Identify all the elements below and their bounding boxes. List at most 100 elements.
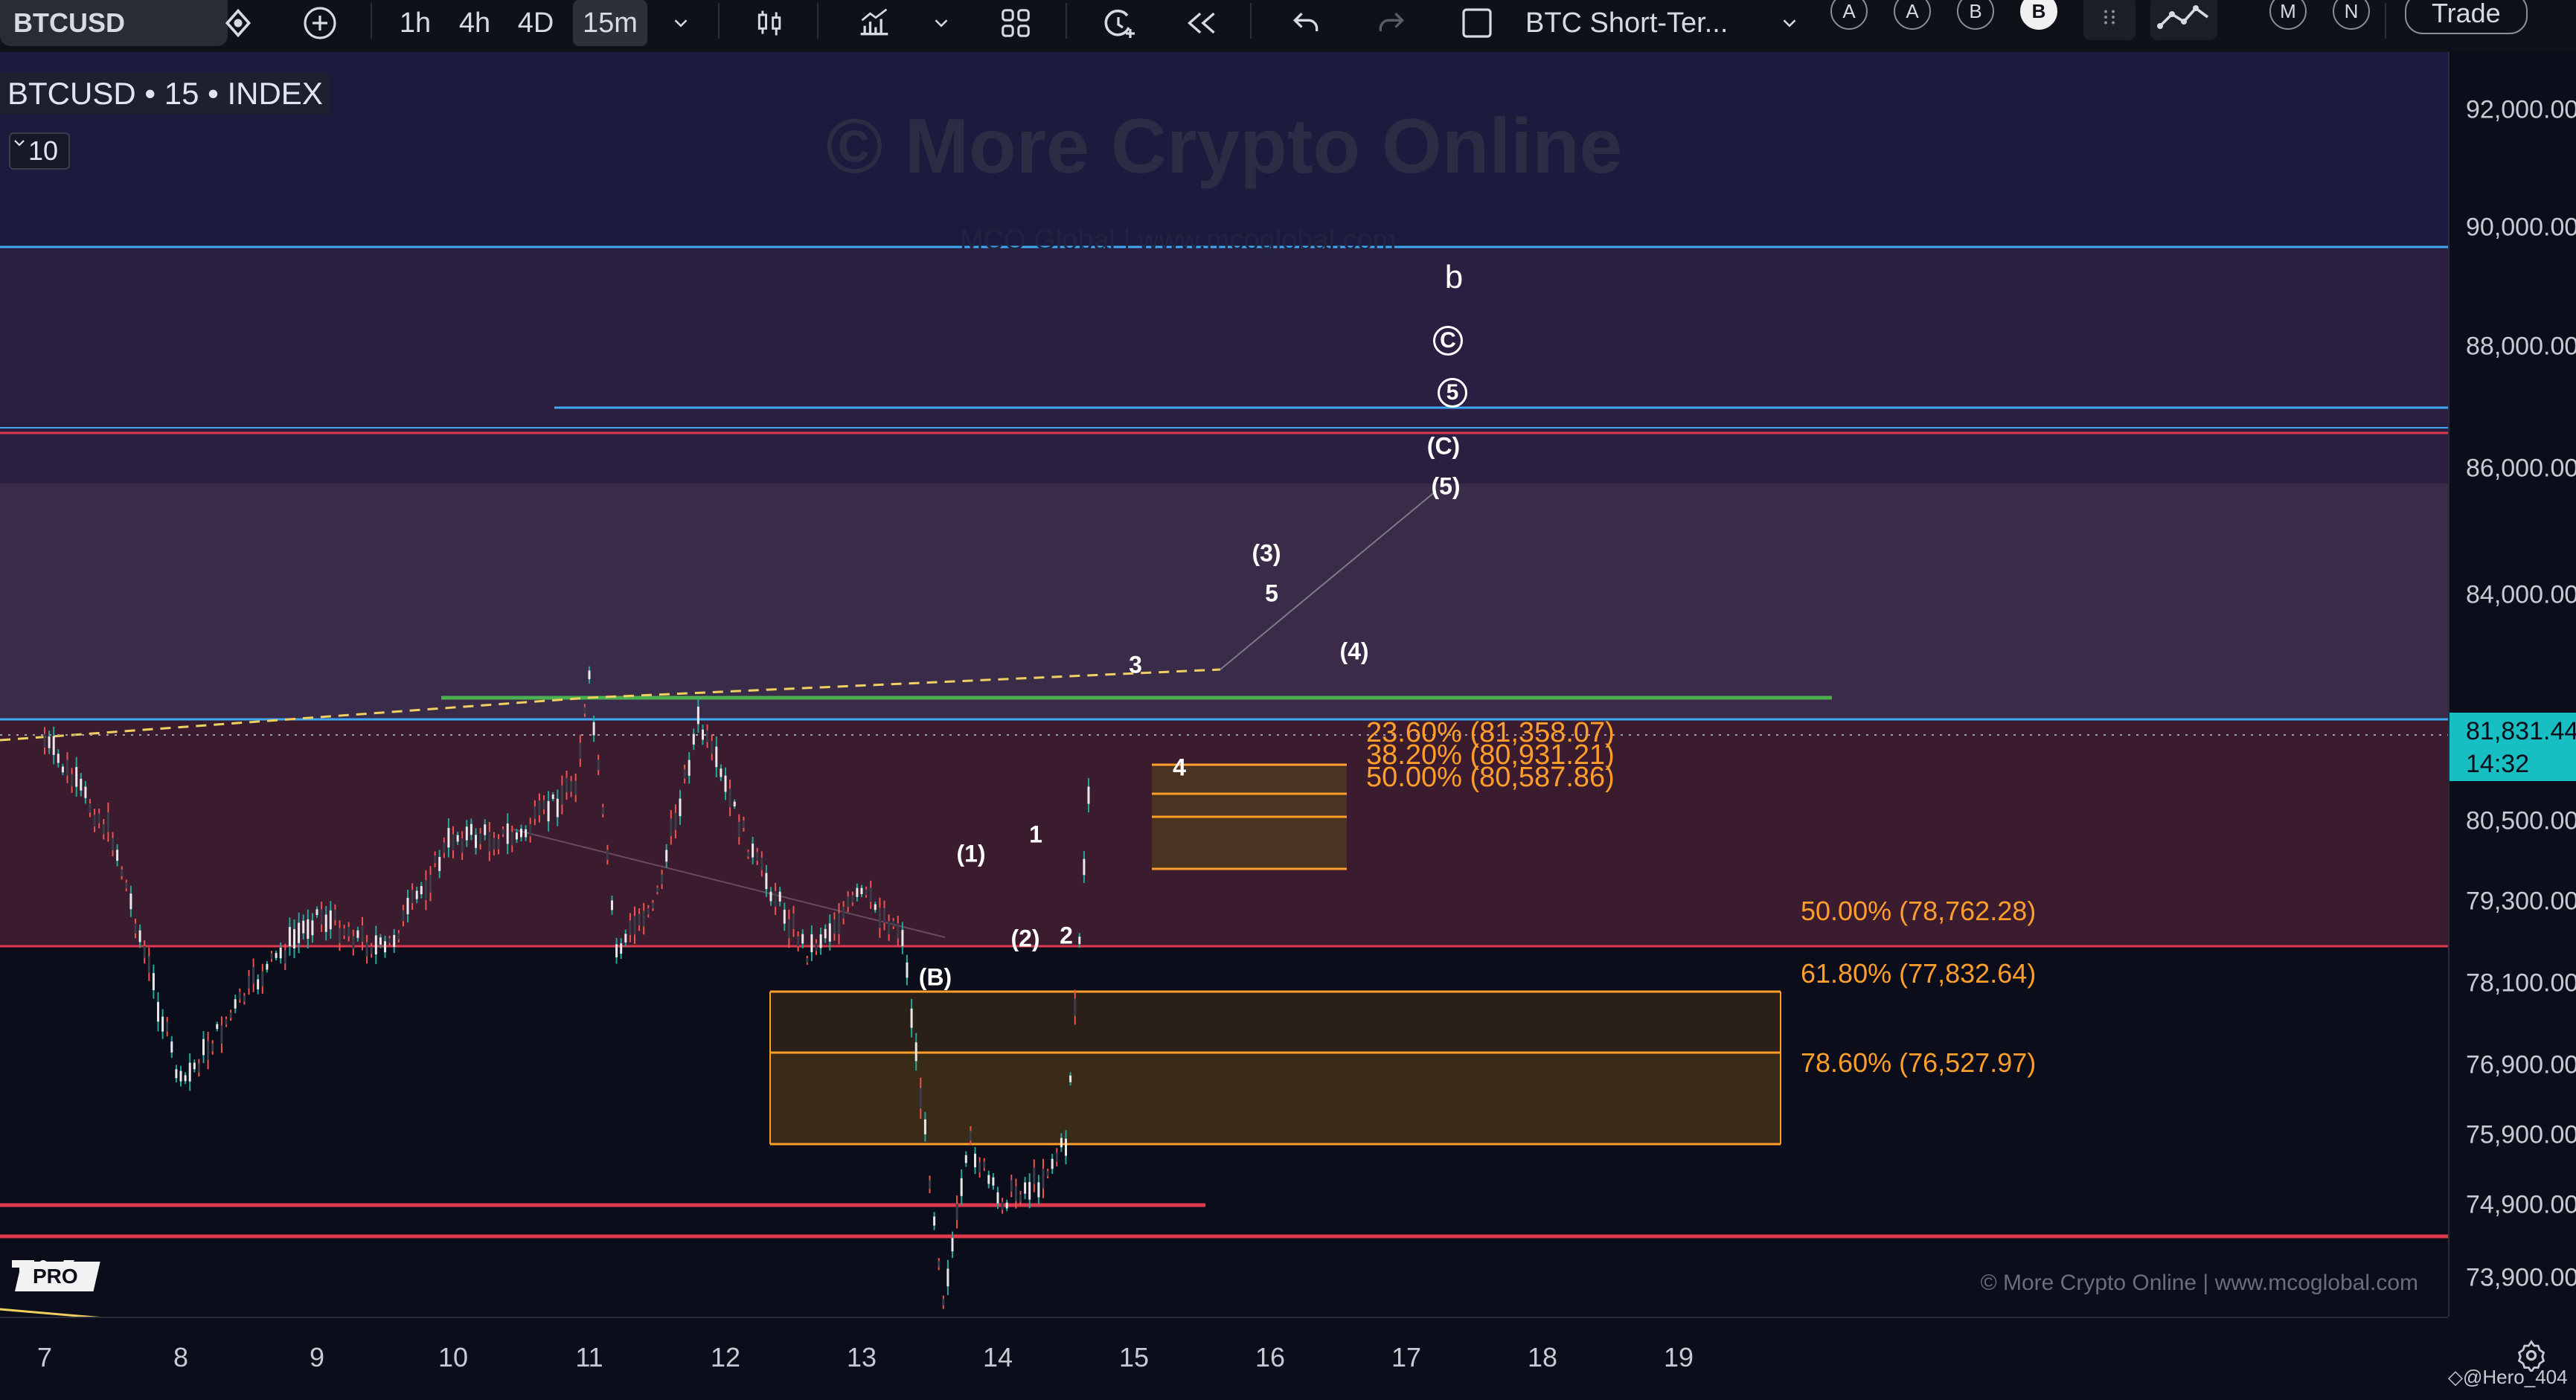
trend-line-icon[interactable] (2150, 0, 2217, 40)
chart-symbol-label[interactable]: BTCUSD • 15 • INDEX (0, 73, 330, 115)
layouts-grid-icon[interactable] (990, 0, 1042, 46)
undo-icon[interactable] (1280, 0, 1332, 46)
layout-name: BTC Short-Ter... (1525, 7, 1728, 39)
time-label: 10 (438, 1342, 469, 1372)
wave-label-5-paren[interactable]: (5) (1431, 473, 1460, 501)
candle-body (792, 913, 795, 930)
separator (371, 3, 372, 39)
interval-4d[interactable]: 4D (513, 0, 558, 46)
candle-body (897, 923, 900, 939)
price-label: 76,900.00 (2466, 1050, 2576, 1079)
wave-label-3[interactable]: 3 (1129, 652, 1142, 679)
candle-body (838, 913, 840, 934)
candle-body (547, 800, 550, 822)
candle-body (1028, 1182, 1031, 1200)
alert-n-button[interactable]: N (2333, 0, 2370, 30)
candle-body (901, 930, 904, 946)
interval-label: 4h (458, 7, 491, 39)
candle-body (964, 1155, 967, 1163)
candle-body (860, 887, 863, 894)
time-axis[interactable]: 7 8 9 10 11 12 13 14 15 16 17 18 19 (0, 1317, 2448, 1400)
candle-body (938, 1261, 941, 1268)
current-price-badge[interactable]: 81,831.44 14:32 (2450, 713, 2576, 781)
candle-body (320, 909, 323, 925)
candles-icon[interactable] (744, 0, 796, 46)
alert-m-button[interactable]: M (2269, 0, 2307, 30)
fib-label: 50.00% (80,587.86) (1366, 762, 1615, 793)
interval-4h[interactable]: 4h (452, 0, 497, 46)
wave-label-1[interactable]: 1 (1029, 821, 1042, 849)
candle-body (465, 826, 468, 841)
candle-body (193, 1062, 196, 1070)
indicators-icon[interactable] (848, 0, 900, 46)
layout-chevron-down-icon[interactable] (1771, 0, 1808, 46)
candle-body (438, 856, 441, 871)
layout-square-icon[interactable] (1451, 0, 1503, 46)
alert-a-button[interactable]: A (1830, 0, 1868, 30)
candle-body (765, 873, 768, 890)
wave-label-b[interactable]: b (1445, 259, 1463, 296)
candle-body (651, 902, 654, 908)
candle-body (828, 923, 831, 942)
candle-body (987, 1175, 990, 1184)
time-label: 15 (1118, 1342, 1150, 1372)
candle-body (161, 1016, 164, 1032)
alert-letter: N (2344, 0, 2359, 22)
wave-label-4-paren[interactable]: (4) (1339, 638, 1368, 666)
candle-body (769, 891, 772, 902)
interval-15m[interactable]: 15m (573, 0, 647, 46)
wave-label-C[interactable]: (C) (1427, 433, 1460, 460)
wave-label-B-paren[interactable]: (B) (919, 964, 952, 992)
interval-dropdown-chevron-down-icon[interactable] (659, 0, 703, 46)
candle-body (315, 909, 318, 916)
candle-body (121, 869, 124, 876)
price-label: 78,100.00 (2466, 969, 2576, 998)
wave-label-4[interactable]: 4 (1173, 754, 1186, 782)
redo-icon[interactable] (1365, 0, 1417, 46)
symbol-search-button[interactable]: BTCUSD (0, 0, 228, 46)
drag-handle-icon[interactable] (2083, 0, 2136, 40)
alert-b-active-button[interactable]: B (2020, 0, 2057, 30)
alert-b-button[interactable]: B (1957, 0, 1994, 30)
candle-body (370, 946, 373, 954)
candle-body (906, 962, 909, 978)
wave-label-2[interactable]: 2 (1060, 922, 1073, 950)
compare-icon[interactable] (216, 0, 260, 46)
candle-body (996, 1192, 999, 1204)
add-symbol-icon[interactable] (298, 0, 342, 46)
price-axis[interactable]: 92,000.00 90,000.00 88,000.00 86,000.00 … (2448, 52, 2576, 1317)
replay-icon[interactable] (1176, 0, 1228, 46)
wave-label-circled-5[interactable]: 5 (1438, 378, 1467, 408)
candle-body (138, 930, 141, 943)
tradingview-logo[interactable]: PRO (10, 1257, 100, 1296)
interval-1h[interactable]: 1h (393, 0, 438, 46)
wave-label-3-paren[interactable]: (3) (1252, 540, 1281, 568)
candle-body (787, 919, 790, 939)
time-label: 11 (575, 1342, 603, 1372)
candle-body (43, 733, 46, 748)
trade-label: Trade (2432, 0, 2501, 28)
trade-button[interactable]: Trade (2405, 0, 2528, 34)
wave-label-5[interactable]: 5 (1265, 580, 1278, 608)
wave-label-2-paren[interactable]: (2) (1010, 925, 1039, 953)
candle-body (211, 1044, 214, 1051)
wave-label-1-paren[interactable]: (1) (956, 841, 985, 868)
candle-body (397, 933, 400, 940)
candle-body (869, 887, 872, 902)
chart-pane[interactable]: © More Crypto Online MCO Global | www.mc… (0, 52, 2448, 1317)
candle-body (288, 927, 291, 946)
layout-name-button[interactable]: BTC Short-Ter... (1525, 0, 1763, 46)
alert-add-icon[interactable] (1094, 0, 1146, 46)
candle-body (479, 833, 482, 844)
candle-body (679, 798, 682, 817)
wave-label-circled-c[interactable]: C (1433, 326, 1463, 356)
candle-body (52, 736, 55, 755)
indicator-toggle-button[interactable]: 10 (9, 132, 71, 170)
indicators-chevron-down-icon[interactable] (923, 0, 960, 46)
time-label: 18 (1527, 1342, 1558, 1372)
candle-body (542, 800, 545, 810)
candle-body (175, 1069, 178, 1079)
alert-a-button[interactable]: A (1894, 0, 1931, 30)
time-label: 12 (710, 1342, 741, 1372)
candle-body (484, 824, 487, 835)
